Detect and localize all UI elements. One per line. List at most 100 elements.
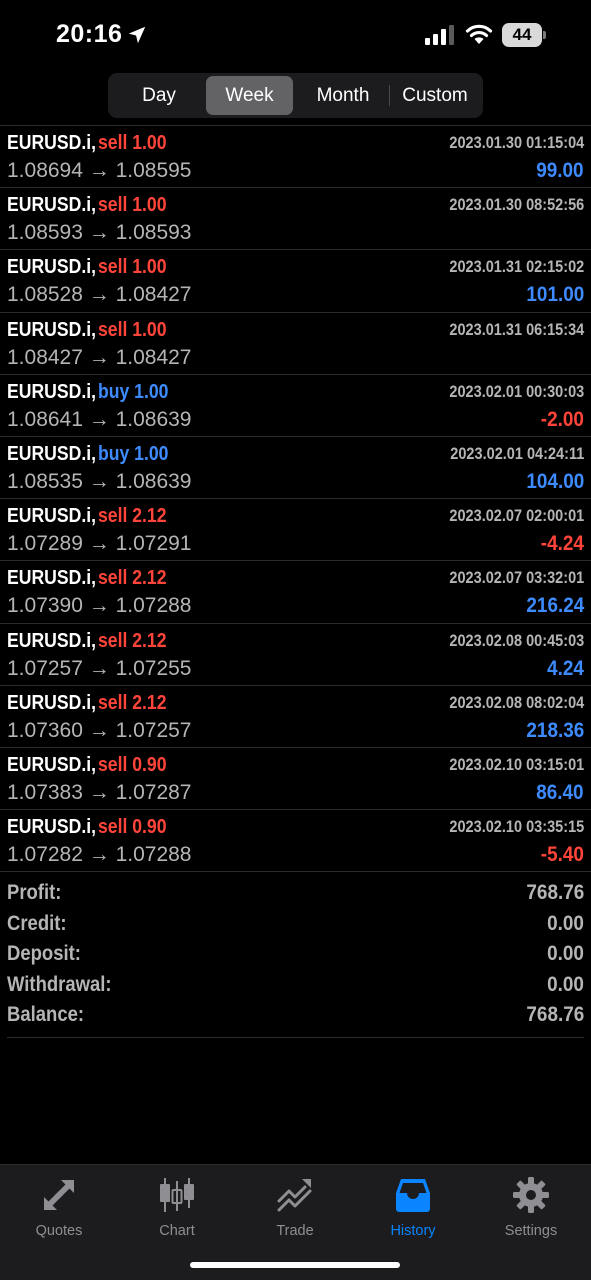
summary-label: Credit: [7, 911, 67, 935]
summary-row-withdrawal: Withdrawal: 0.00 [0, 971, 591, 1002]
settings-gear-icon [513, 1177, 549, 1213]
deal-profit: 86.40 [536, 780, 584, 804]
deal-side-volume: sell 0.90 [98, 753, 167, 776]
summary-value: 768.76 [526, 1003, 584, 1026]
deal-row[interactable]: EURUSD.i, sell 2.12 1.07289 → 1.07291 20… [0, 498, 591, 560]
deal-row[interactable]: EURUSD.i, sell 1.00 1.08694 → 1.08595 20… [0, 125, 591, 187]
period-tab-week[interactable]: Week [206, 76, 293, 115]
deal-row[interactable]: EURUSD.i, buy 1.00 1.08535 → 1.08639 202… [0, 435, 591, 498]
deal-prices: 1.07282 → 1.07288 [7, 843, 192, 867]
deal-time: 2023.02.01 04:24:11 [449, 444, 584, 463]
deal-time: 2023.02.01 00:30:03 [449, 382, 584, 401]
deal-time: 2023.01.31 02:15:02 [449, 258, 584, 277]
deal-profit: 104.00 [526, 469, 584, 493]
clock-time: 20:16 [56, 20, 123, 48]
battery-level: 44 [502, 23, 542, 47]
deal-time: 2023.02.10 03:35:15 [449, 818, 584, 837]
deal-prices: 1.07390 → 1.07288 [7, 594, 192, 618]
tab-chart[interactable]: Chart [118, 1173, 236, 1243]
candlestick-chart-icon [160, 1178, 194, 1212]
deal-side-volume: sell 2.12 [98, 567, 167, 590]
deal-symbol: EURUSD.i, [7, 194, 96, 217]
deal-symbol: EURUSD.i, [7, 629, 96, 652]
deal-symbol: EURUSD.i, [7, 256, 96, 279]
summary-row-balance: Balance: 768.76 [0, 1001, 591, 1032]
deal-prices: 1.08427 → 1.08427 [7, 345, 192, 369]
deal-row[interactable]: EURUSD.i, sell 2.12 1.07360 → 1.07257 20… [0, 684, 591, 747]
deal-time: 2023.02.08 08:02:04 [449, 693, 584, 712]
deal-prices: 1.08641 → 1.08639 [7, 407, 192, 431]
cellular-signal-icon [425, 25, 454, 45]
deal-row[interactable]: EURUSD.i, sell 2.12 1.07257 → 1.07255 20… [0, 622, 591, 685]
deal-row[interactable]: EURUSD.i, sell 1.00 1.08593 → 1.08593 20… [0, 187, 591, 249]
deal-row[interactable]: EURUSD.i, sell 0.90 1.07383 → 1.07287 20… [0, 746, 591, 809]
deal-profit: 218.36 [526, 718, 584, 742]
deal-side-volume: sell 1.00 [98, 256, 167, 279]
deal-symbol: EURUSD.i, [7, 816, 96, 839]
tab-label: Settings [504, 1223, 558, 1239]
deal-row[interactable]: EURUSD.i, sell 0.90 1.07282 → 1.07288 20… [0, 809, 591, 871]
period-segmented-control: Day Week Month Custom [108, 73, 483, 118]
tab-settings[interactable]: Settings [472, 1173, 590, 1243]
deal-row[interactable]: EURUSD.i, sell 1.00 1.08427 → 1.08427 20… [0, 311, 591, 374]
deal-side-volume: sell 2.12 [98, 691, 167, 714]
tab-trade[interactable]: Trade [236, 1173, 354, 1243]
deal-list: EURUSD.i, sell 1.00 1.08694 → 1.08595 20… [0, 125, 591, 871]
deal-symbol: EURUSD.i, [7, 132, 96, 154]
tab-label: Quotes [35, 1223, 83, 1239]
deal-row[interactable]: EURUSD.i, sell 2.12 1.07390 → 1.07288 20… [0, 560, 591, 622]
deal-side-volume: sell 0.90 [98, 816, 167, 839]
deal-symbol: EURUSD.i, [7, 691, 96, 714]
deal-profit: -5.40 [540, 843, 584, 867]
tab-label: Chart [159, 1223, 195, 1239]
deal-prices: 1.07383 → 1.07287 [7, 780, 192, 804]
deal-row[interactable]: EURUSD.i, buy 1.00 1.08641 → 1.08639 202… [0, 373, 591, 436]
deal-profit: -2.00 [540, 407, 584, 431]
deal-time: 2023.01.31 06:15:34 [449, 320, 584, 339]
deal-symbol: EURUSD.i, [7, 380, 96, 403]
deal-prices: 1.07257 → 1.07255 [7, 656, 192, 680]
deal-profit: 99.00 [536, 159, 584, 182]
wifi-icon [465, 24, 493, 44]
deal-symbol: EURUSD.i, [7, 505, 96, 528]
deal-time: 2023.02.07 03:32:01 [449, 569, 584, 588]
deal-side-volume: sell 2.12 [98, 505, 167, 528]
deal-time: 2023.02.08 00:45:03 [449, 631, 584, 650]
deal-time: 2023.01.30 08:52:56 [449, 196, 584, 215]
summary-label: Deposit: [7, 942, 81, 965]
history-inbox-icon [396, 1179, 430, 1212]
home-indicator[interactable] [190, 1262, 400, 1268]
deal-side-volume: sell 2.12 [98, 629, 167, 652]
deal-symbol: EURUSD.i, [7, 442, 96, 465]
tab-history[interactable]: History [354, 1173, 472, 1243]
deal-side-volume: sell 1.00 [98, 318, 167, 341]
period-tab-custom[interactable]: Custom [390, 76, 480, 115]
deal-profit: -4.24 [540, 532, 584, 556]
summary-label: Balance: [7, 1003, 85, 1026]
deal-time: 2023.01.30 01:15:04 [449, 134, 584, 152]
tab-quotes[interactable]: Quotes [0, 1173, 118, 1243]
summary-label: Withdrawal: [7, 972, 112, 996]
period-tab-day[interactable]: Day [111, 76, 207, 115]
summary-row-credit: Credit: 0.00 [0, 910, 591, 941]
summary-row-profit: Profit: 768.76 [0, 879, 591, 910]
deal-profit: 4.24 [547, 656, 584, 680]
quotes-arrows-icon [44, 1180, 74, 1210]
deal-prices: 1.07289 → 1.07291 [7, 532, 192, 556]
deal-prices: 1.08694 → 1.08595 [7, 159, 192, 182]
deal-symbol: EURUSD.i, [7, 567, 96, 590]
summary-row-deposit: Deposit: 0.00 [0, 940, 591, 971]
tab-label: Trade [276, 1223, 314, 1239]
deal-row[interactable]: EURUSD.i, sell 1.00 1.08528 → 1.08427 20… [0, 249, 591, 311]
account-summary: Profit: 768.76 Credit: 0.00 Deposit: 0.0… [0, 871, 591, 1032]
deal-prices: 1.08528 → 1.08427 [7, 283, 192, 307]
deal-time: 2023.02.07 02:00:01 [449, 507, 584, 526]
deal-profit: 101.00 [526, 283, 584, 307]
deal-side-volume: buy 1.00 [98, 380, 169, 403]
period-tab-month[interactable]: Month [297, 76, 389, 115]
tab-label: History [390, 1223, 436, 1239]
summary-value: 768.76 [526, 881, 584, 904]
trade-trend-icon [277, 1179, 312, 1212]
battery-icon: 44 [502, 23, 546, 47]
deal-side-volume: sell 1.00 [98, 132, 167, 154]
